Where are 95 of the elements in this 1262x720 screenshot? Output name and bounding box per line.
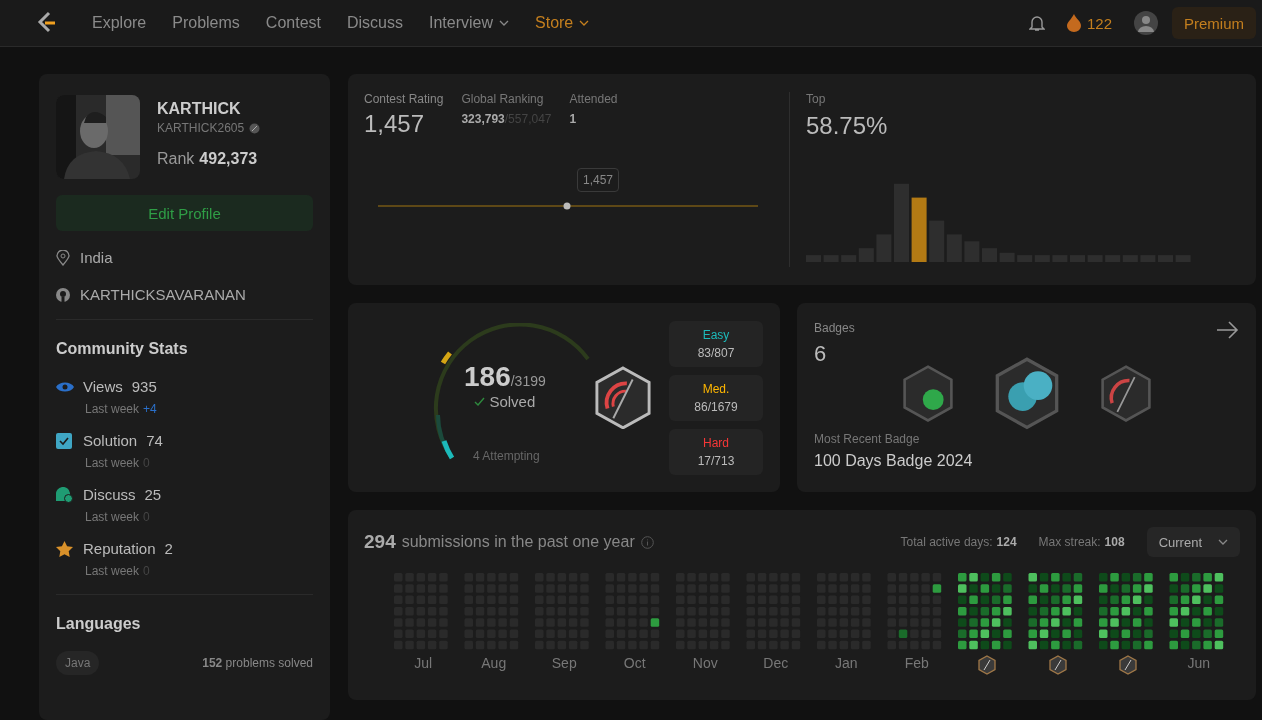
rating-tooltip: 1,457 [577, 168, 620, 192]
nav-link[interactable]: Store [535, 14, 590, 32]
month-label: Nov [692, 655, 718, 671]
streak-counter[interactable]: 122 [1066, 14, 1112, 32]
arrow-right-icon[interactable] [1217, 321, 1239, 339]
difficulty-label: Hard [703, 435, 729, 450]
histogram-bar [911, 197, 927, 262]
eye-icon [56, 380, 74, 393]
github-link[interactable]: KARTHICKSAVARANAN [80, 286, 246, 303]
badge-icon [249, 122, 261, 134]
location-text: India [80, 249, 113, 266]
difficulty-label: Med. [702, 381, 730, 396]
difficulty-label: Easy [702, 327, 730, 342]
days-badge-icon [993, 357, 1060, 430]
submissions-count: 294 [364, 531, 396, 553]
top-value: 58.75% [806, 112, 889, 140]
submissions-text: submissions in the past one year [401, 533, 635, 551]
days-badge-icon [901, 364, 954, 422]
language-tag: Java [56, 651, 100, 675]
logo-icon[interactable] [36, 11, 58, 35]
stat-value: 74 [146, 432, 163, 449]
rank-value: 492,373 [199, 150, 258, 168]
nav-link[interactable]: Contest [265, 14, 321, 32]
stat-value: 935 [131, 378, 157, 395]
section-title: Community Stats [56, 340, 188, 357]
premium-button[interactable]: Premium [1172, 7, 1256, 39]
difficulty-count: 83/807 [697, 345, 735, 360]
checkbox-icon [56, 432, 72, 449]
stat-label: Reputation [83, 540, 156, 557]
rating-label: Contest Rating [364, 92, 444, 106]
month-label: Jun [1187, 655, 1211, 671]
problems-solved-text: 152 problems solved [202, 656, 313, 670]
check-icon [474, 396, 486, 406]
month-badge-icon [978, 655, 997, 675]
difficulty-count: 17/713 [697, 453, 735, 468]
nav-link[interactable]: Discuss [346, 14, 403, 32]
location-pin-icon [56, 249, 70, 266]
total-count: /3199 [510, 372, 546, 389]
stat-sublabel: Last week [85, 402, 140, 416]
nav-link[interactable]: Explore [92, 14, 147, 32]
ranking-label: Global Ranking [461, 92, 545, 106]
month-label: Aug [481, 655, 507, 671]
month-label: Sep [551, 655, 577, 671]
username: KARTHICK2605 [157, 121, 245, 135]
ranking-value: 323,793 [461, 112, 505, 126]
attended-label: Attended [569, 92, 618, 106]
active-days-label: Total active days: [900, 535, 993, 549]
star-icon [56, 540, 73, 557]
chevron-down-icon [1218, 539, 1228, 545]
max-streak-label: Max streak: [1038, 535, 1101, 549]
active-days-value: 124 [996, 535, 1017, 549]
rank-label: Rank [157, 150, 195, 168]
solved-label: Solved [489, 392, 536, 410]
chevron-down-icon [499, 20, 509, 26]
chevron-down-icon [579, 20, 590, 26]
badges-count: 6 [814, 341, 828, 367]
period-select[interactable]: Current [1146, 527, 1240, 557]
month-badge-icon [1048, 655, 1067, 675]
github-icon [56, 287, 70, 302]
stat-value: 25 [144, 486, 162, 503]
month-label: Dec [763, 655, 789, 671]
stat-label: Views [83, 378, 123, 395]
nav-link[interactable]: Problems [172, 14, 240, 32]
stat-sublabel: Last week [85, 510, 140, 524]
stat-value: 2 [164, 540, 173, 557]
nav-link[interactable]: Interview [429, 14, 509, 32]
flame-icon [1066, 14, 1081, 32]
chat-bubble-icon [56, 486, 73, 503]
month-badge-icon [1119, 655, 1138, 675]
avatar-icon[interactable] [1134, 11, 1158, 35]
stat-sublabel: Last week [85, 564, 140, 578]
stat-label: Solution [83, 432, 138, 449]
stat-label: Discuss [83, 486, 136, 503]
difficulty-count: 86/1679 [694, 399, 738, 414]
stat-sublabel: Last week [85, 456, 140, 470]
solved-count: 186 [464, 360, 511, 393]
month-label: Jul [414, 655, 433, 671]
bell-icon[interactable] [1028, 14, 1045, 32]
recent-badge-label: Most Recent Badge [814, 431, 921, 446]
section-title: Languages [56, 615, 141, 632]
top-label: Top [806, 92, 827, 106]
profile-name: KARTHICK [157, 100, 242, 118]
month-label: Oct [623, 655, 646, 671]
month-badge-icon [1099, 364, 1152, 422]
rating-value: 1,457 [364, 110, 426, 138]
badges-label: Badges [814, 321, 855, 335]
month-label: Jan [834, 655, 858, 671]
attempting-text: 4 Attempting [473, 448, 540, 463]
recent-badge-name: 100 Days Badge 2024 [814, 451, 974, 470]
max-streak-value: 108 [1104, 535, 1125, 549]
edit-profile-button[interactable]: Edit Profile [56, 195, 313, 231]
attended-value: 1 [569, 112, 578, 126]
stat-change: +4 [143, 402, 157, 416]
month-badge-icon [594, 365, 652, 430]
month-label: Feb [904, 655, 929, 671]
